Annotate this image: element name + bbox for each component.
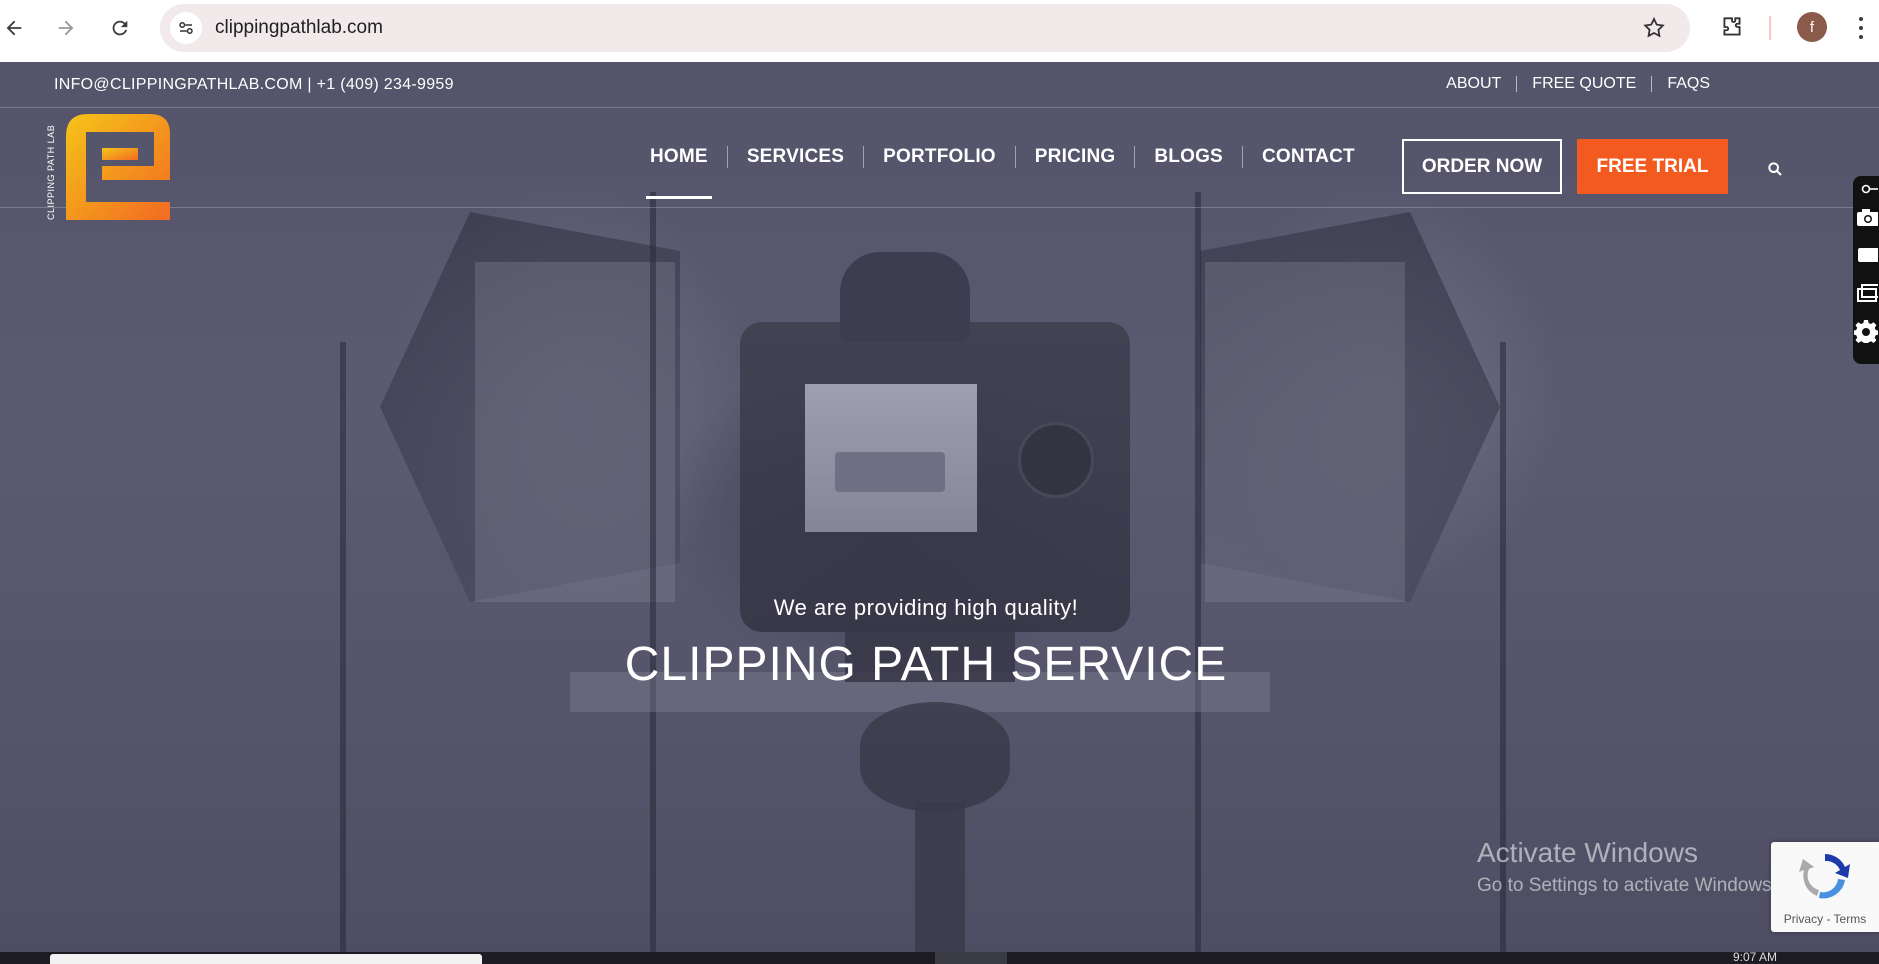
search-icon[interactable] [1764, 158, 1786, 180]
gear-icon[interactable] [1854, 312, 1878, 350]
side-toolbar [1853, 176, 1879, 364]
back-arrow-icon[interactable] [0, 14, 28, 42]
site-logo[interactable]: CLIPPING PATH LAB [46, 114, 172, 220]
star-icon[interactable] [1642, 16, 1666, 45]
toolbar-divider [1769, 16, 1771, 40]
url-text[interactable]: clippingpathlab.com [215, 17, 383, 39]
nav-item-blogs[interactable]: BLOGS [1134, 146, 1242, 168]
logo-mark-icon [66, 114, 170, 220]
nav-item-home[interactable]: HOME [640, 146, 727, 199]
nav-item-contact[interactable]: CONTACT [1241, 146, 1374, 168]
puzzle-icon[interactable] [1719, 14, 1745, 45]
forward-arrow-icon[interactable] [52, 14, 80, 42]
top-links: ABOUT FREE QUOTE FAQS [1431, 76, 1725, 92]
screen-icon[interactable] [1854, 274, 1878, 312]
os-taskbar: 9:07 AM [0, 950, 1879, 964]
activate-subtitle: Go to Settings to activate Windows. [1477, 875, 1777, 896]
recaptcha-badge[interactable]: Privacy - Terms [1771, 842, 1879, 932]
nav-item-services[interactable]: SERVICES [726, 146, 863, 168]
taskbar-search-input[interactable] [50, 954, 482, 964]
logo-vertical-text: CLIPPING PATH LAB [46, 124, 56, 220]
site-settings-icon[interactable] [170, 12, 202, 44]
top-contact-bar: INFO@CLIPPINGPATHLAB.COM | +1 (409) 234-… [0, 62, 1879, 108]
nav-item-portfolio[interactable]: PORTFOLIO [863, 146, 1015, 168]
activate-windows-watermark: Activate Windows Go to Settings to activ… [1477, 837, 1777, 897]
hero-tagline: We are providing high quality! [773, 595, 1079, 620]
nav-item-pricing[interactable]: PRICING [1014, 146, 1135, 168]
top-link-faqs[interactable]: FAQS [1651, 76, 1725, 92]
profile-avatar[interactable]: f [1797, 12, 1827, 42]
free-trial-button[interactable]: FREE TRIAL [1577, 139, 1728, 194]
video-icon[interactable] [1854, 236, 1878, 274]
hero-headline: CLIPPING PATH SERVICE [624, 638, 1228, 691]
recaptcha-icon [1799, 854, 1850, 899]
taskbar-app[interactable] [935, 952, 1007, 964]
camera-icon[interactable] [1854, 198, 1878, 236]
taskbar-clock: 9:07 AM [1733, 950, 1778, 964]
website-page: INFO@CLIPPINGPATHLAB.COM | +1 (409) 234-… [0, 62, 1879, 952]
contact-info[interactable]: INFO@CLIPPINGPATHLAB.COM | +1 (409) 234-… [54, 76, 454, 94]
recaptcha-terms[interactable]: Privacy - Terms [1771, 912, 1879, 926]
reload-icon[interactable] [106, 14, 134, 42]
link-icon[interactable] [1854, 180, 1878, 198]
top-link-about[interactable]: ABOUT [1431, 76, 1516, 92]
kebab-menu-icon[interactable] [1856, 14, 1866, 42]
order-now-button[interactable]: ORDER NOW [1402, 139, 1562, 194]
activate-title: Activate Windows [1477, 837, 1698, 868]
top-link-free-quote[interactable]: FREE QUOTE [1516, 76, 1651, 92]
browser-toolbar: clippingpathlab.com f [0, 0, 1879, 62]
address-bar[interactable]: clippingpathlab.com [160, 4, 1690, 52]
main-nav: HOME SERVICES PORTFOLIO PRICING BLOGS CO… [640, 146, 1374, 199]
site-header: CLIPPING PATH LAB HOME SERVICES PORTFOLI… [0, 108, 1879, 220]
